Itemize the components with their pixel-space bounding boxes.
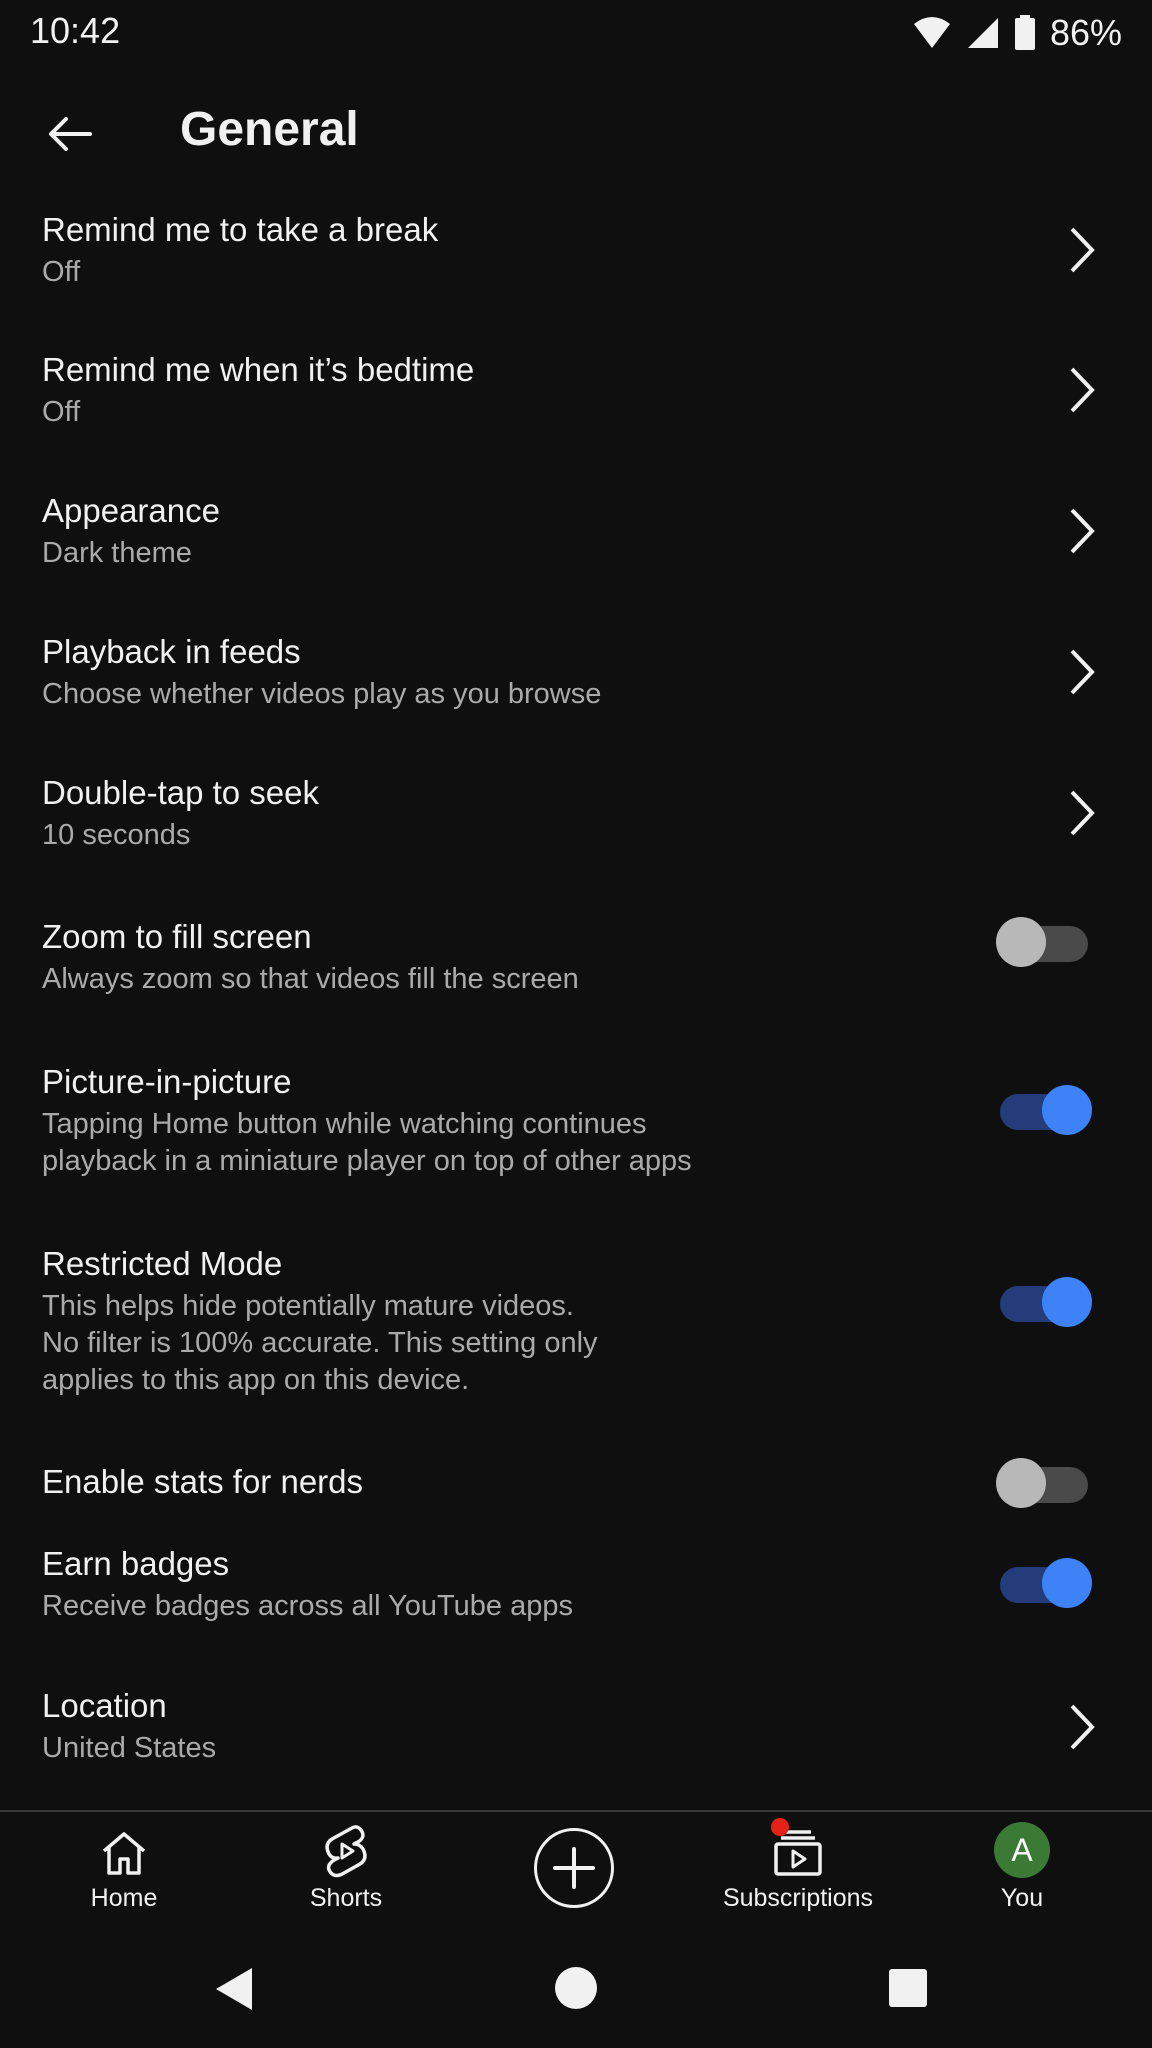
nav-shorts[interactable]: Shorts (286, 1812, 406, 1932)
setting-subtitle: 10 seconds (42, 819, 191, 851)
setting-subtitle: United States (42, 1732, 217, 1764)
system-home-icon[interactable] (554, 1966, 598, 2010)
battery-icon (1014, 15, 1035, 50)
avatar: A (994, 1822, 1050, 1878)
shorts-icon (325, 1825, 367, 1878)
wifi-icon (913, 17, 950, 48)
restricted-mode-toggle[interactable] (996, 1277, 1092, 1327)
setting-title: Location (42, 1687, 167, 1724)
system-recents-icon[interactable] (888, 1968, 928, 2008)
home-icon (102, 1832, 146, 1875)
setting-picture-in-picture[interactable]: Picture-in-picture Tapping Home button w… (0, 1040, 1152, 1220)
status-icons: 86% (912, 12, 1122, 54)
nav-label: Shorts (309, 1884, 383, 1912)
toggle-thumb (1042, 1085, 1092, 1135)
setting-zoom-to-fill[interactable]: Zoom to fill screen Always zoom so that … (0, 897, 1152, 1037)
bottom-nav: Home Shorts Subscriptions A You (0, 1812, 1152, 1932)
chevron-right-icon (1070, 367, 1095, 413)
signal-icon (967, 18, 998, 48)
nav-home[interactable]: Home (64, 1812, 184, 1932)
toggle-thumb (1042, 1558, 1092, 1608)
setting-title: Playback in feeds (42, 633, 301, 670)
toggle-thumb (996, 917, 1046, 967)
setting-bedtime-reminder[interactable]: Remind me when it’s bedtime Off (0, 330, 1152, 470)
battery-percent: 86% (1049, 12, 1122, 53)
nav-you[interactable]: A You (962, 1812, 1082, 1932)
chevron-right-icon (1070, 790, 1095, 836)
setting-subtitle: Off (42, 396, 81, 428)
pip-toggle[interactable] (996, 1085, 1092, 1135)
chevron-right-icon (1070, 227, 1095, 273)
system-nav-bar (0, 1932, 1152, 2048)
create-plus-icon (553, 1847, 595, 1889)
nav-label: You (1000, 1884, 1044, 1912)
setting-break-reminder[interactable]: Remind me to take a break Off (0, 190, 1152, 330)
setting-subtitle: Always zoom so that videos fill the scre… (42, 963, 579, 995)
nav-subscriptions[interactable]: Subscriptions (718, 1812, 878, 1932)
setting-restricted-mode[interactable]: Restricted Mode This helps hide potentia… (0, 1222, 1152, 1430)
setting-subtitle: Choose whether videos play as you browse (42, 678, 602, 710)
chevron-right-icon (1070, 1704, 1095, 1750)
setting-title: Double-tap to seek (42, 774, 320, 811)
setting-subtitle: Dark theme (42, 537, 192, 569)
status-time: 10:42 (30, 10, 121, 51)
setting-title: Earn badges (42, 1545, 230, 1582)
zoom-fill-toggle[interactable] (996, 917, 1092, 967)
setting-title: Picture-in-picture (42, 1063, 292, 1100)
setting-title: Restricted Mode (42, 1245, 283, 1282)
nav-label: Subscriptions (722, 1884, 874, 1912)
setting-title: Remind me when it’s bedtime (42, 351, 475, 388)
setting-stats-for-nerds[interactable]: Enable stats for nerds (0, 1430, 1152, 1530)
setting-appearance[interactable]: Appearance Dark theme (0, 471, 1152, 611)
nav-label: Home (90, 1884, 158, 1912)
create-button[interactable] (534, 1828, 614, 1908)
status-bar: 10:42 86% (0, 0, 1152, 66)
system-back-icon[interactable] (212, 1964, 256, 2014)
setting-subtitle-line: playback in a miniature player on top of… (42, 1145, 692, 1177)
setting-title: Appearance (42, 492, 220, 529)
app-bar: General (0, 80, 1152, 176)
setting-subtitle: Receive badges across all YouTube apps (42, 1590, 573, 1622)
toggle-thumb (1042, 1277, 1092, 1327)
setting-title: Remind me to take a break (42, 211, 439, 248)
setting-playback-in-feeds[interactable]: Playback in feeds Choose whether videos … (0, 612, 1152, 752)
page-title: General (180, 103, 359, 156)
setting-earn-badges[interactable]: Earn badges Receive badges across all Yo… (0, 1530, 1152, 1670)
back-button[interactable] (30, 94, 110, 174)
earn-badges-toggle[interactable] (996, 1558, 1092, 1608)
setting-title: Zoom to fill screen (42, 918, 312, 955)
chevron-right-icon (1070, 649, 1095, 695)
setting-double-tap-seek[interactable]: Double-tap to seek 10 seconds (0, 753, 1152, 893)
setting-subtitle-line: This helps hide potentially mature video… (42, 1290, 574, 1322)
chevron-right-icon (1070, 508, 1095, 554)
setting-subtitle-line: Tapping Home button while watching conti… (42, 1108, 647, 1140)
setting-subtitle-line: No filter is 100% accurate. This setting… (42, 1327, 598, 1359)
toggle-thumb (996, 1458, 1046, 1508)
stats-for-nerds-toggle[interactable] (996, 1458, 1092, 1508)
notification-dot (771, 1818, 789, 1836)
setting-title: Enable stats for nerds (42, 1463, 364, 1500)
setting-location[interactable]: Location United States (0, 1670, 1152, 1810)
setting-subtitle: Off (42, 256, 81, 288)
back-arrow-icon (49, 117, 92, 151)
setting-subtitle-line: applies to this app on this device. (42, 1364, 470, 1396)
